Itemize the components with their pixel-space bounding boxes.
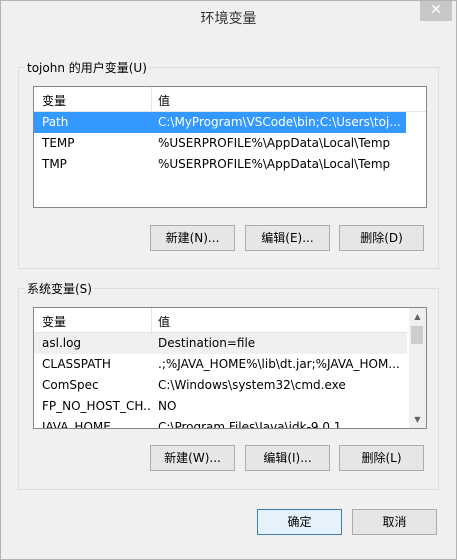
window-title: 环境变量 bbox=[200, 11, 257, 27]
system-variable-row-value: Destination=file bbox=[158, 336, 256, 350]
close-icon: ✕ bbox=[430, 2, 442, 18]
scroll-down-icon[interactable]: ▼ bbox=[409, 411, 426, 428]
system-variable-row-value: C:\Windows\system32\cmd.exe bbox=[158, 378, 346, 392]
user-variable-row-value: C:\MyProgram\VSCode\bin;C:\Users\toj... bbox=[158, 115, 401, 129]
user-variable-row[interactable]: Path C:\MyProgram\VSCode\bin;C:\Users\toj… bbox=[34, 112, 406, 133]
system-variable-row-name: ComSpec bbox=[42, 378, 99, 392]
system-variable-row[interactable]: asl.log Destination=file bbox=[34, 333, 407, 354]
system-col-separator[interactable] bbox=[151, 308, 152, 332]
system-col-value-header[interactable]: 值 bbox=[158, 313, 170, 330]
scroll-up-icon[interactable]: ▲ bbox=[409, 308, 426, 325]
system-variable-row-name: asl.log bbox=[42, 336, 82, 350]
user-variable-row-name: TEMP bbox=[42, 136, 75, 150]
user-variable-row-value: %USERPROFILE%\AppData\Local\Temp bbox=[158, 136, 391, 150]
user-variable-row-name: TMP bbox=[42, 157, 67, 171]
system-list-scrollbar[interactable]: ▲ ▼ bbox=[409, 308, 426, 428]
system-variable-row[interactable]: JAVA_HOME C:\Program Files\Java\jdk-9.0.1 bbox=[34, 417, 407, 429]
close-button[interactable]: ✕ bbox=[420, 1, 452, 21]
system-delete-button[interactable]: 删除(L) bbox=[339, 445, 424, 471]
system-variable-row-value: C:\Program Files\Java\jdk-9.0.1 bbox=[158, 420, 342, 429]
system-new-button[interactable]: 新建(W)... bbox=[150, 445, 235, 471]
user-variable-row-value: %USERPROFILE%\AppData\Local\Temp bbox=[158, 157, 391, 171]
user-variables-list[interactable]: 变量 值 Path C:\MyProgram\VSCode\bin;C:\User… bbox=[33, 86, 427, 208]
user-list-header: 变量 值 bbox=[34, 87, 426, 112]
system-variable-row-name: CLASSPATH bbox=[42, 357, 111, 371]
user-col-value-header[interactable]: 值 bbox=[158, 92, 170, 109]
user-edit-button[interactable]: 编辑(E)... bbox=[245, 225, 330, 251]
user-new-button[interactable]: 新建(N)... bbox=[150, 225, 235, 251]
system-variable-row[interactable]: ComSpec C:\Windows\system32\cmd.exe bbox=[34, 375, 407, 396]
environment-variables-dialog: 环境变量 ✕ tojohn 的用户变量(U) 变量 值 Path C:\MyPro… bbox=[0, 0, 457, 560]
system-list-header: 变量 值 bbox=[34, 308, 426, 333]
user-variable-row[interactable]: TEMP %USERPROFILE%\AppData\Local\Temp bbox=[34, 133, 406, 154]
system-variables-group-title: 系统变量(S) bbox=[25, 280, 94, 297]
user-variable-row-name: Path bbox=[42, 115, 69, 129]
user-col-name-header[interactable]: 变量 bbox=[42, 92, 66, 109]
user-variable-row[interactable]: TMP %USERPROFILE%\AppData\Local\Temp bbox=[34, 154, 406, 175]
scrollbar-thumb[interactable] bbox=[411, 326, 423, 344]
system-variables-list[interactable]: 变量 值 asl.log Destination=file CLASSPATH.;%… bbox=[33, 307, 427, 429]
system-variable-row[interactable]: CLASSPATH .;%JAVA_HOME%\lib\dt.jar;%JAVA_… bbox=[34, 354, 407, 375]
ok-button[interactable]: 确定 bbox=[257, 509, 342, 535]
system-variable-row-name: FP_NO_HOST_CH... bbox=[42, 399, 150, 413]
system-variable-row-value: .;%JAVA_HOME%\lib\dt.jar;%JAVA_HOM... bbox=[158, 357, 400, 371]
user-delete-button[interactable]: 删除(D) bbox=[339, 225, 424, 251]
user-variables-group-title: tojohn 的用户变量(U) bbox=[25, 59, 149, 76]
cancel-button[interactable]: 取消 bbox=[352, 509, 437, 535]
user-col-separator[interactable] bbox=[151, 87, 152, 111]
system-edit-button[interactable]: 编辑(I)... bbox=[245, 445, 330, 471]
title-bar[interactable]: 环境变量 ✕ bbox=[1, 1, 456, 33]
system-variable-row-value: NO bbox=[158, 399, 177, 413]
system-col-name-header[interactable]: 变量 bbox=[42, 313, 66, 330]
system-variable-row-name: JAVA_HOME bbox=[42, 420, 111, 429]
system-variable-row[interactable]: FP_NO_HOST_CH... NO bbox=[34, 396, 407, 417]
